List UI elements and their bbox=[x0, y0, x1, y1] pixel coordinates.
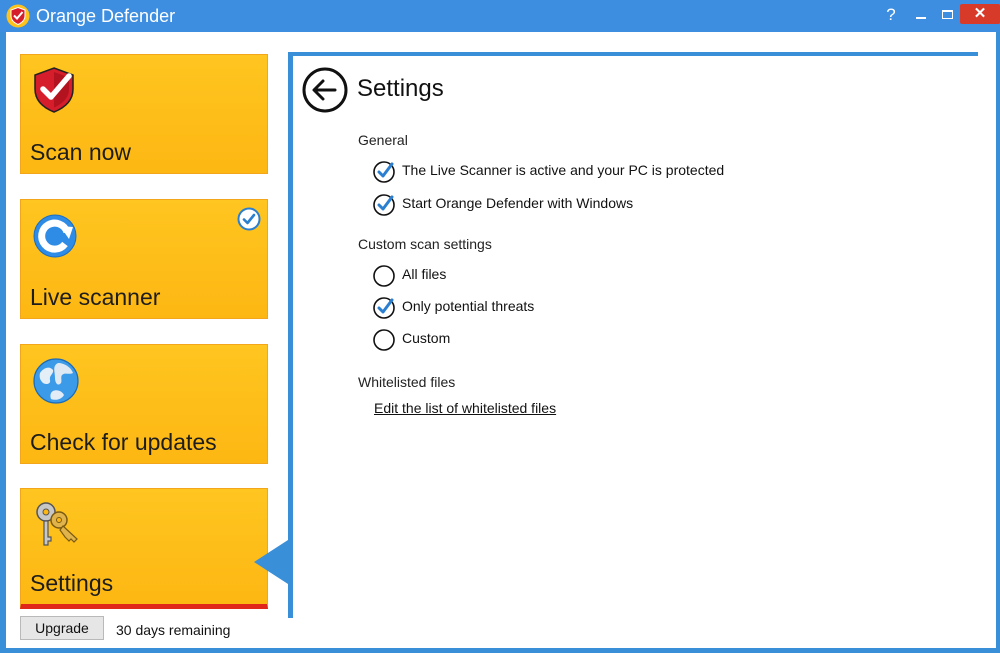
window-title: Orange Defender bbox=[36, 6, 176, 26]
app-window-body: Scan now Live scanner Check for updates bbox=[6, 32, 996, 648]
option-label: Start Orange Defender with Windows bbox=[402, 195, 634, 211]
check-for-updates-tile[interactable]: Check for updates bbox=[20, 344, 268, 464]
radio-checked-icon bbox=[373, 297, 395, 319]
radio-unchecked-icon bbox=[373, 329, 395, 351]
panel-border-top bbox=[288, 52, 978, 56]
checkbox-checked-icon bbox=[373, 194, 395, 216]
minimize-button[interactable] bbox=[906, 0, 936, 30]
globe-icon bbox=[33, 358, 79, 404]
option-label: The Live Scanner is active and your PC i… bbox=[402, 162, 725, 178]
title-bar: Orange Defender ? ✕ bbox=[0, 0, 1000, 32]
selection-pointer bbox=[254, 540, 288, 584]
settings-tile[interactable]: Settings bbox=[20, 488, 268, 609]
back-arrow-icon[interactable] bbox=[302, 67, 348, 113]
tile-label: Settings bbox=[30, 570, 114, 596]
checkbox-checked-icon bbox=[373, 161, 395, 183]
keys-icon bbox=[36, 502, 78, 546]
option-label: Only potential threats bbox=[402, 298, 535, 314]
tile-label: Scan now bbox=[30, 139, 132, 165]
live-scanner-tile[interactable]: Live scanner bbox=[20, 199, 268, 319]
tile-label: Check for updates bbox=[30, 429, 217, 455]
maximize-icon bbox=[941, 10, 953, 19]
minimize-icon bbox=[916, 17, 926, 19]
edit-whitelist-link[interactable]: Edit the list of whitelisted files bbox=[374, 400, 556, 416]
upgrade-button[interactable]: Upgrade bbox=[20, 616, 104, 640]
panel-border-left bbox=[288, 52, 293, 618]
shield-check-icon bbox=[34, 67, 74, 113]
tile-label: Live scanner bbox=[30, 284, 161, 310]
scan-now-tile[interactable]: Scan now bbox=[20, 54, 268, 174]
check-circle-icon bbox=[237, 207, 261, 231]
close-button[interactable]: ✕ bbox=[960, 4, 1000, 24]
help-button[interactable]: ? bbox=[876, 0, 906, 30]
option-label: Custom bbox=[402, 330, 451, 346]
general-heading: General bbox=[358, 132, 408, 148]
custom-scan-heading: Custom scan settings bbox=[358, 236, 492, 252]
trial-status: 30 days remaining bbox=[116, 622, 231, 638]
maximize-button[interactable] bbox=[936, 0, 958, 30]
refresh-icon bbox=[33, 214, 77, 258]
shield-logo-icon bbox=[6, 4, 30, 28]
radio-unchecked-icon bbox=[373, 265, 395, 287]
page-title: Settings bbox=[357, 75, 444, 102]
option-label: All files bbox=[402, 266, 447, 282]
whitelist-heading: Whitelisted files bbox=[358, 374, 456, 390]
